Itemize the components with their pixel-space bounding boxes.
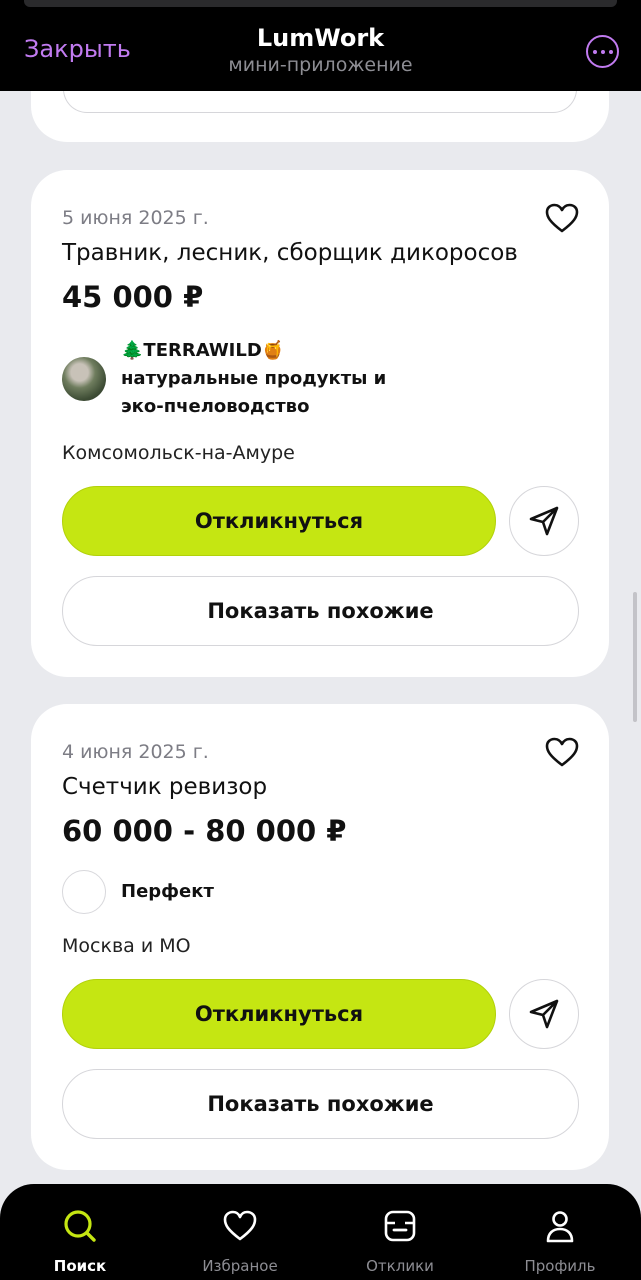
job-salary: 60 000 - 80 000 ₽ xyxy=(62,814,347,848)
company-avatar xyxy=(62,357,106,401)
tab-label: Отклики xyxy=(366,1257,434,1275)
company-name: Перфект xyxy=(121,881,214,902)
header-grip xyxy=(24,0,617,7)
apply-button[interactable]: Откликнуться xyxy=(62,486,496,556)
bottom-tab-bar: Поиск Избраное Отклики Профиль xyxy=(0,1184,641,1280)
share-button[interactable] xyxy=(509,979,579,1049)
job-location: Москва и МО xyxy=(62,935,191,957)
company-avatar xyxy=(62,870,106,914)
heart-icon[interactable] xyxy=(545,737,579,767)
show-similar-button[interactable]: Показать похожие xyxy=(62,576,579,646)
job-title: Счетчик ревизор xyxy=(62,774,268,800)
scrollbar[interactable] xyxy=(633,592,637,722)
tab-label: Профиль xyxy=(524,1257,596,1275)
tab-label: Поиск xyxy=(53,1257,107,1275)
tab-favorites[interactable]: Избраное xyxy=(160,1184,320,1280)
job-card[interactable]: 5 июня 2025 г. Травник, лесник, сборщик … xyxy=(31,170,609,677)
job-date: 4 июня 2025 г. xyxy=(62,741,209,763)
responses-icon xyxy=(384,1210,416,1242)
tab-responses[interactable]: Отклики xyxy=(320,1184,480,1280)
app-title: LumWork xyxy=(256,24,385,52)
job-title: Травник, лесник, сборщик дикоросов xyxy=(62,240,518,266)
more-icon[interactable] xyxy=(586,35,619,68)
company-name-line1: 🌲TERRAWILD🍯 xyxy=(121,340,285,361)
apply-button[interactable]: Откликнуться xyxy=(62,979,496,1049)
job-date: 5 июня 2025 г. xyxy=(62,207,209,229)
heart-icon xyxy=(223,1210,257,1241)
profile-icon xyxy=(546,1211,574,1243)
send-icon xyxy=(529,999,559,1029)
job-card[interactable]: 4 июня 2025 г. Счетчик ревизор 60 000 - … xyxy=(31,704,609,1170)
show-similar-button[interactable]: Показать похожие xyxy=(62,1069,579,1139)
tab-search[interactable]: Поиск xyxy=(0,1184,160,1280)
mini-app-header: Закрыть LumWork мини-приложение xyxy=(0,0,641,91)
heart-icon[interactable] xyxy=(545,203,579,233)
company-name: 🌲TERRAWILD🍯 натуральные продукты и эко-п… xyxy=(121,337,421,421)
job-salary: 45 000 ₽ xyxy=(62,280,204,314)
app-subtitle: мини-приложение xyxy=(228,54,413,76)
job-location: Комсомольск-на-Амуре xyxy=(62,442,295,464)
tab-profile[interactable]: Профиль xyxy=(480,1184,640,1280)
share-button[interactable] xyxy=(509,486,579,556)
tab-label: Избраное xyxy=(202,1257,278,1275)
send-icon xyxy=(529,506,559,536)
search-icon xyxy=(64,1210,96,1242)
company-name-line2: натуральные продукты и эко-пчеловодство xyxy=(121,368,387,417)
